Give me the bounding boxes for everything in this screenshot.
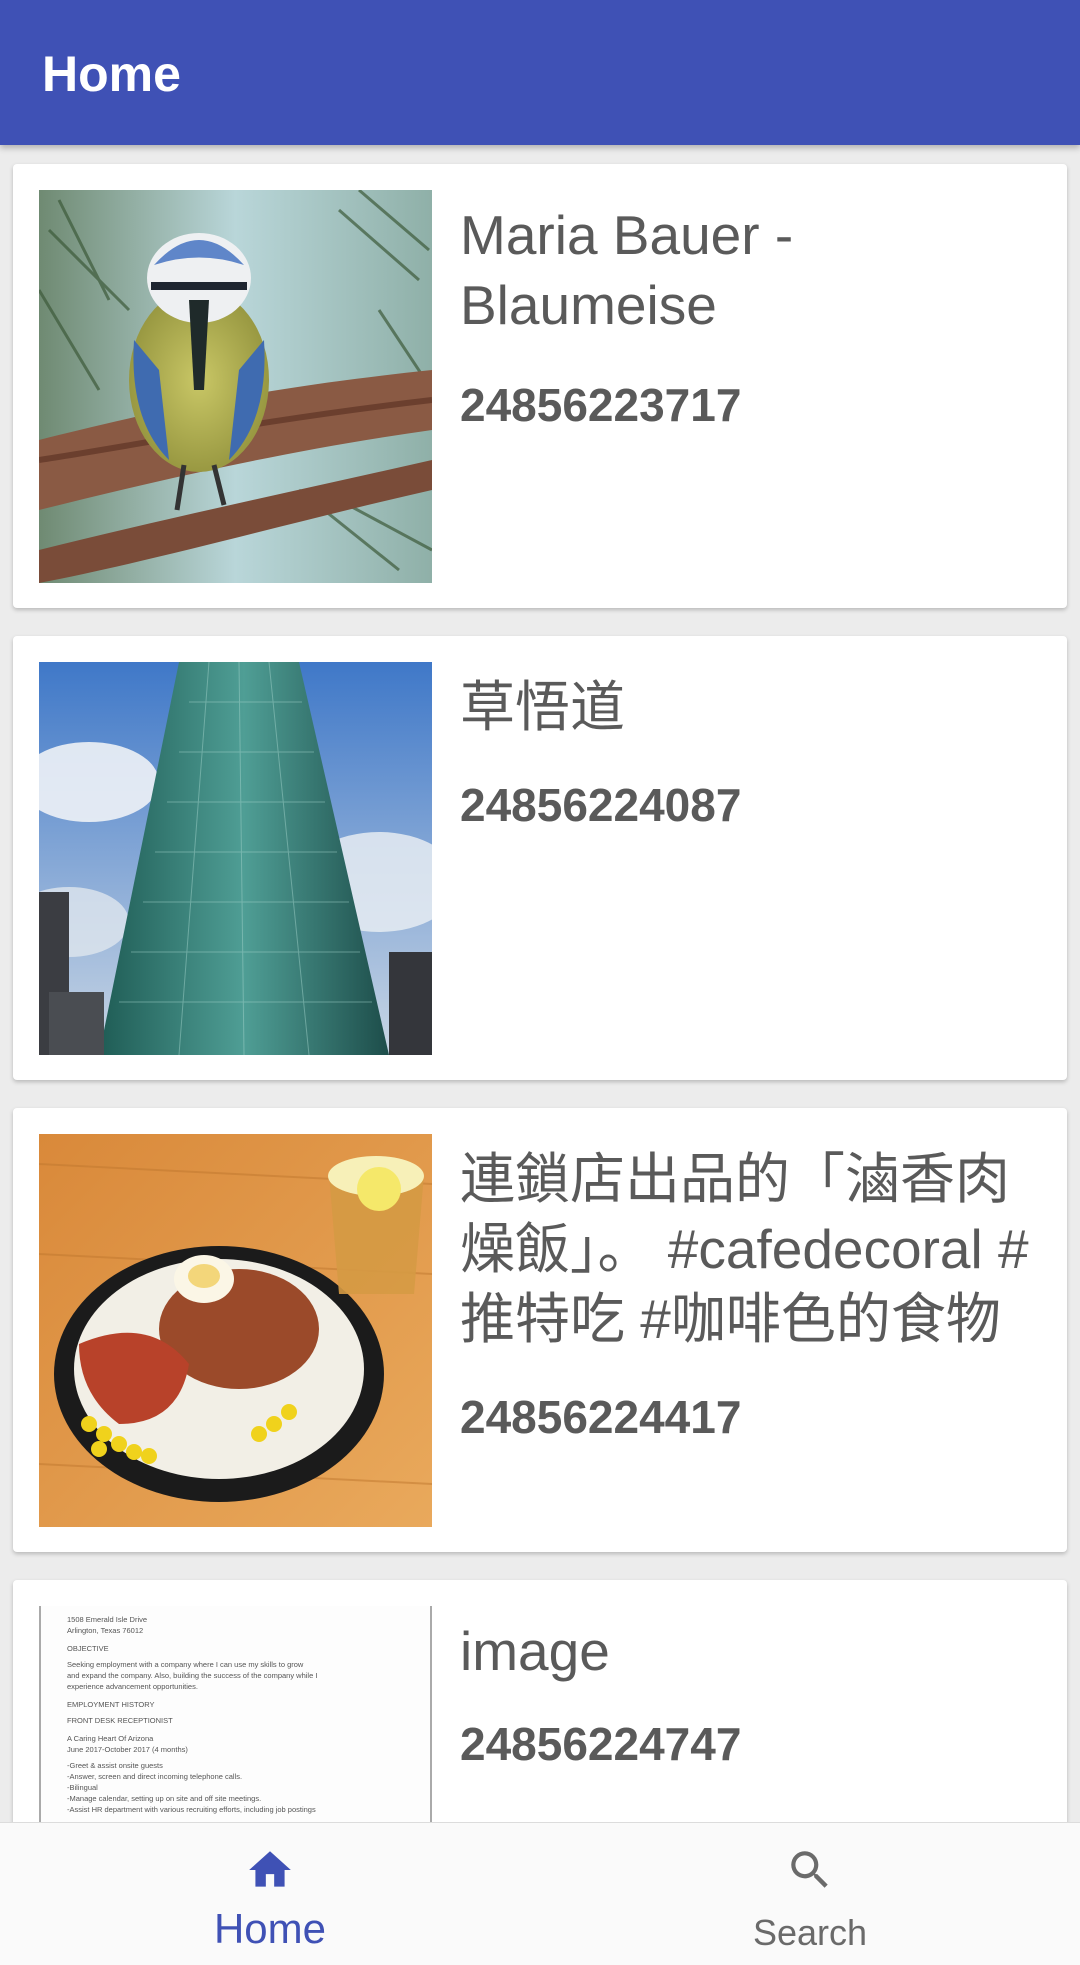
document-text: 1508 Emerald Isle Drive Arlington, Texas … — [41, 1606, 430, 1815]
item-id: 24856224087 — [460, 779, 742, 831]
app-bar: Home — [0, 0, 1080, 145]
document-line: experience advancement opportunities. — [67, 1682, 198, 1691]
bird-photo-thumbnail — [39, 190, 432, 583]
bottom-navigation: Home Search — [0, 1822, 1080, 1965]
home-icon — [249, 1851, 291, 1887]
nav-home-label: Home — [213, 1905, 327, 1952]
document-line: Arlington, Texas 76012 — [67, 1626, 144, 1635]
photo-feed-list[interactable]: Maria Bauer - Blaumeise 24856223717 草悟道 … — [0, 145, 1080, 1822]
document-line: -Assist HR department with various recru… — [67, 1805, 316, 1814]
document-line: A Caring Heart Of Arizona — [67, 1734, 154, 1743]
item-title: Maria Bauer - Blaumeise — [460, 204, 794, 336]
document-line: -Manage calendar, setting up on site and… — [67, 1794, 262, 1803]
list-item-card[interactable]: 1508 Emerald Isle Drive Arlington, Texas … — [13, 1580, 1067, 1822]
list-item-card[interactable]: 草悟道 24856224087 — [13, 636, 1067, 1080]
list-item-card[interactable]: Maria Bauer - Blaumeise 24856223717 — [13, 164, 1067, 608]
document-line: -Bilingual — [67, 1783, 98, 1792]
document-line: -Greet & assist onsite guests — [67, 1761, 163, 1770]
document-line: 1508 Emerald Isle Drive — [67, 1615, 148, 1624]
item-id: 24856224417 — [460, 1391, 742, 1443]
document-line: June 2017-October 2017 (4 months) — [67, 1745, 188, 1754]
item-id: 24856223717 — [460, 379, 742, 431]
document-line: and expand the company. Also, building t… — [67, 1671, 318, 1680]
document-line: -Answer, screen and direct incoming tele… — [67, 1772, 243, 1781]
nav-search-tab[interactable]: Search — [540, 1823, 1080, 1965]
nav-home-tab[interactable]: Home — [0, 1823, 540, 1965]
skyscraper-photo-thumbnail — [39, 662, 432, 1055]
item-id: 24856224747 — [460, 1718, 742, 1770]
nav-search-label: Search — [752, 1912, 868, 1953]
item-title: 草悟道 — [460, 676, 626, 738]
document-line: Seeking employment with a company where … — [67, 1660, 304, 1669]
document-line: FRONT DESK RECEPTIONIST — [67, 1716, 173, 1725]
search-icon — [791, 1851, 828, 1888]
list-item-card[interactable]: 連鎖店出品的「滷香肉燥飯」。 #cafedecoral #推特吃 #咖啡色的食物… — [13, 1108, 1067, 1552]
food-photo-thumbnail — [39, 1134, 432, 1527]
document-line: OBJECTIVE — [67, 1644, 109, 1653]
document-line: EMPLOYMENT HISTORY — [67, 1700, 155, 1709]
item-title: image — [460, 1620, 610, 1682]
page-title: Home — [42, 46, 181, 102]
document-photo-thumbnail: 1508 Emerald Isle Drive Arlington, Texas … — [39, 1606, 432, 1822]
item-title: 連鎖店出品的「滷香肉燥飯」。 #cafedecoral #推特吃 #咖啡色的食物 — [460, 1148, 1029, 1350]
